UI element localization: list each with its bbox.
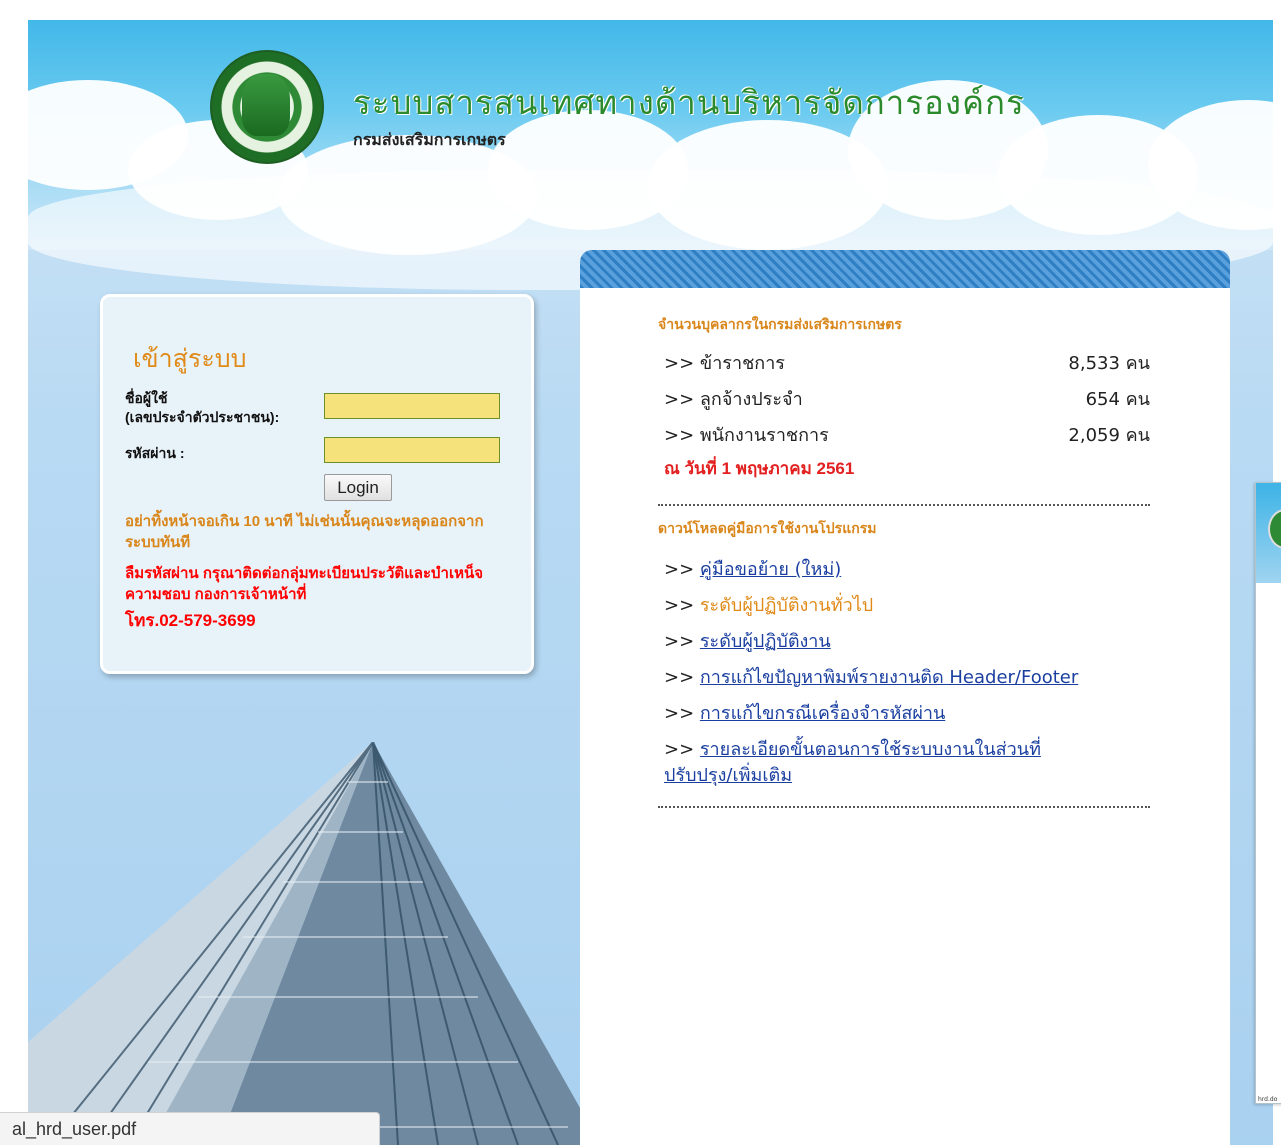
download-link-system-update-details[interactable]: รายละเอียดขั้นตอนการใช้ระบบงานในส่วนที่	[700, 739, 1041, 760]
stats-as-of-date: ณ วันที่ 1 พฤษภาคม 2561	[664, 459, 855, 478]
download-item: >> คู่มือขอย้าย (ใหม่)	[664, 554, 841, 583]
stat-label: >> พนักงานราชการ	[664, 425, 829, 446]
forgot-password-note: ลืมรหัสผ่าน กรุณาติดต่อกลุ่มทะเบียนประวั…	[125, 565, 484, 603]
download-link-general-staff[interactable]: ระดับผู้ปฏิบัติงานทั่วไป	[700, 595, 873, 616]
download-link-operational-staff[interactable]: ระดับผู้ปฏิบัติงาน	[700, 631, 831, 652]
stat-value: 8,533 คน	[1068, 353, 1150, 374]
password-input[interactable]	[324, 437, 500, 463]
panel-stripe-header	[580, 250, 1230, 288]
side-document-thumbnail[interactable]: hrd.do	[1255, 482, 1281, 1104]
download-prefix: >>	[664, 559, 700, 580]
download-link-print-header-footer[interactable]: การแก้ไขปัญหาพิมพ์รายงานติด Header/Foote…	[700, 667, 1078, 688]
username-input[interactable]	[324, 393, 500, 419]
download-item: >> ระดับผู้ปฏิบัติงานทั่วไป	[664, 590, 873, 619]
download-item: >> การแก้ไขปัญหาพิมพ์รายงานติด Header/Fo…	[664, 662, 1078, 691]
login-title: เข้าสู่ระบบ	[133, 344, 247, 373]
dotted-divider	[658, 504, 1150, 506]
download-item: >> การแก้ไขกรณีเครื่องจำรหัสผ่าน	[664, 698, 945, 727]
site-subtitle: กรมส่งเสริมการเกษตร	[353, 130, 506, 149]
stat-label: >> ลูกจ้างประจำ	[664, 389, 803, 410]
download-prefix: >>	[664, 739, 700, 760]
download-item-continued: ปรับปรุง/เพิ่มเติม	[664, 760, 792, 789]
thumbnail-caption: hrd.do	[1258, 1096, 1278, 1103]
stats-title: จำนวนบุคลากรในกรมส่งเสริมการเกษตร	[658, 316, 902, 332]
username-label-line1: ชื่อผู้ใช้	[125, 390, 168, 406]
download-link-saved-password-fix[interactable]: การแก้ไขกรณีเครื่องจำรหัสผ่าน	[700, 703, 945, 724]
header-banner	[28, 20, 1273, 290]
password-label: รหัสผ่าน :	[125, 445, 185, 461]
download-prefix: >>	[664, 631, 700, 652]
downloads-title: ดาวน์โหลดคู่มือการใช้งานโปรแกรม	[658, 520, 877, 536]
site-title: ระบบสารสนเทศทางด้านบริหารจัดการองค์กร	[353, 83, 1025, 122]
download-prefix: >>	[664, 595, 700, 616]
download-prefix: >>	[664, 703, 700, 724]
login-button[interactable]: Login	[324, 474, 392, 501]
download-item: >> รายละเอียดขั้นตอนการใช้ระบบงานในส่วนท…	[664, 734, 1041, 763]
timeout-warning: อย่าทิ้งหน้าจอเกิน 10 นาที ไม่เช่นนั้นคุ…	[125, 513, 484, 551]
download-prefix: >>	[664, 667, 700, 688]
page-frame: ระบบสารสนเทศทางด้านบริหารจัดการองค์กร กร…	[28, 20, 1273, 1145]
stat-value: 654 คน	[1085, 389, 1150, 410]
download-link-transfer-manual[interactable]: คู่มือขอย้าย (ใหม่)	[700, 559, 841, 580]
download-item: >> ระดับผู้ปฏิบัติงาน	[664, 626, 831, 655]
login-form: เข้าสู่ระบบ ชื่อผู้ใช้ (เลขประจำตัวประชา…	[100, 294, 534, 674]
download-link-system-update-details-line2[interactable]: ปรับปรุง/เพิ่มเติม	[664, 765, 792, 786]
dotted-divider	[658, 806, 1150, 808]
info-panel: จำนวนบุคลากรในกรมส่งเสริมการเกษตร >> ข้า…	[580, 250, 1230, 1145]
username-label-line2: (เลขประจำตัวประชาชน):	[125, 409, 280, 425]
status-bar-link-preview: al_hrd_user.pdf	[0, 1112, 380, 1145]
contact-phone: โทร.02-579-3699	[125, 611, 256, 630]
stat-value: 2,059 คน	[1068, 425, 1150, 446]
stat-label: >> ข้าราชการ	[664, 353, 785, 374]
building-illustration	[28, 742, 588, 1145]
department-logo	[210, 50, 324, 164]
